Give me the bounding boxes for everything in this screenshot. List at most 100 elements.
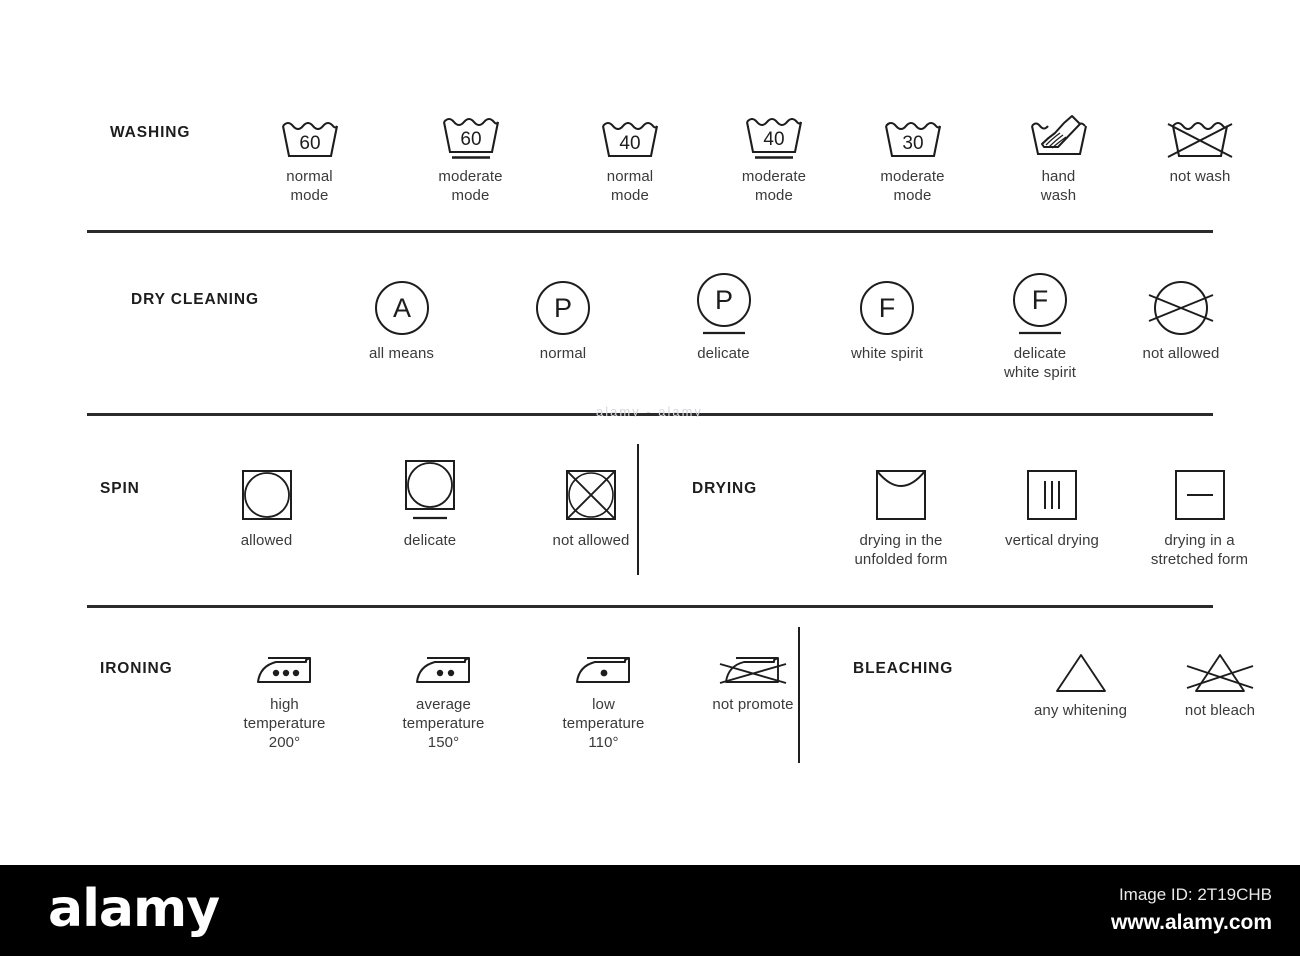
care-item-dryclean-normal: P normal xyxy=(484,275,642,363)
care-item-caption: not wash xyxy=(1169,168,1231,185)
care-item-caption: moderate mode xyxy=(741,168,807,204)
care-item-caption: any whitening xyxy=(1033,702,1128,719)
dryclean-letter: A xyxy=(392,293,410,323)
care-item-spin-not-allowed: not allowed xyxy=(511,462,671,550)
care-item-caption: drying in the unfolded form xyxy=(854,532,948,568)
drying-vertical-icon xyxy=(1023,462,1081,524)
spin-delicate-icon xyxy=(401,460,459,524)
section-dry-cleaning: DRY CLEANING A all means P normal P deli… xyxy=(131,273,1251,382)
iron-one-dot-icon xyxy=(573,648,635,688)
care-item-caption: white spirit xyxy=(850,345,924,362)
care-item-caption: allowed xyxy=(240,532,293,549)
section-label-drying: DRYING xyxy=(692,480,758,497)
alamy-website-label: www.alamy.com xyxy=(1110,911,1272,934)
care-item-caption: normal mode xyxy=(286,168,333,204)
dryclean-circle-a-icon: A xyxy=(373,275,431,337)
wash-tub-60-icon: 60 xyxy=(279,112,341,160)
watermark-smudge: alamy - alamy xyxy=(596,404,703,417)
care-item-drying-vertical: vertical drying xyxy=(977,462,1127,550)
section-label-dry-cleaning: DRY CLEANING xyxy=(131,291,259,308)
section-ironing: IRONING high temperature 200° average te… xyxy=(100,648,823,752)
drying-flat-icon xyxy=(872,462,930,524)
care-item-spin-allowed: allowed xyxy=(184,462,349,550)
section-divider-3 xyxy=(87,605,1213,608)
care-item-dryclean-all-means: A all means xyxy=(319,275,484,363)
wash-tub-40-icon: 40 xyxy=(599,112,661,160)
dryclean-circle-f-icon: F xyxy=(858,275,916,337)
dryclean-letter: F xyxy=(879,293,896,323)
care-item-iron-high: high temperature 200° xyxy=(206,648,363,752)
care-item-caption: all means xyxy=(368,345,435,362)
care-item-spin-delicate: delicate xyxy=(349,460,511,550)
care-item-wash-60-moderate: 60 moderate mode xyxy=(391,112,550,205)
section-label-spin: SPIN xyxy=(100,480,140,497)
wash-temp-value: 60 xyxy=(460,129,481,150)
section-label-washing: WASHING xyxy=(110,124,191,141)
care-item-caption: low temperature 110° xyxy=(562,696,645,751)
iron-two-dots-icon xyxy=(413,648,475,688)
dryclean-letter: F xyxy=(1032,285,1049,315)
wash-temp-value: 30 xyxy=(902,133,923,154)
wash-temp-value: 60 xyxy=(299,133,320,154)
drying-stretch-icon xyxy=(1171,462,1229,524)
bleach-not-allowed-icon xyxy=(1184,648,1256,694)
iron-not-allowed-icon xyxy=(717,648,789,688)
care-item-dryclean-white-spirit: F white spirit xyxy=(805,275,969,363)
care-symbols-sheet: WASHING 60 normal mode 60 moderate mode … xyxy=(0,0,1300,865)
alamy-watermark-bar: alamy Image ID: 2T19CHB www.alamy.com xyxy=(0,865,1300,956)
care-item-wash-40-moderate: 40 moderate mode xyxy=(710,112,838,205)
care-item-caption: moderate mode xyxy=(880,168,945,204)
bleach-triangle-icon xyxy=(1052,648,1110,694)
care-item-caption: delicate xyxy=(403,532,457,549)
vertical-divider-ironing-bleaching xyxy=(798,627,800,763)
iron-three-dots-icon xyxy=(254,648,316,688)
wash-tub-30-bar-icon: 30 xyxy=(882,112,944,160)
care-item-caption: normal xyxy=(539,345,587,362)
care-item-not-wash: not wash xyxy=(1130,112,1270,186)
hand-wash-icon xyxy=(1028,112,1090,160)
care-item-caption: normal mode xyxy=(606,168,654,204)
care-item-caption: high temperature 200° xyxy=(243,696,326,751)
section-spin: SPIN allowed delicate not allowed xyxy=(100,460,671,550)
care-item-caption: not allowed xyxy=(1142,345,1220,362)
dryclean-circle-f-bar-icon: F xyxy=(1011,273,1069,337)
dryclean-circle-p-bar-icon: P xyxy=(695,273,753,337)
care-item-wash-30-moderate: 30 moderate mode xyxy=(838,112,987,205)
care-item-any-whitening: any whitening xyxy=(1011,648,1150,720)
care-item-caption: not bleach xyxy=(1184,702,1256,719)
care-item-caption: not allowed xyxy=(552,532,630,549)
alamy-logo: alamy xyxy=(48,879,220,939)
section-label-ironing: IRONING xyxy=(100,660,173,677)
care-item-wash-40-normal: 40 normal mode xyxy=(550,112,710,205)
care-item-not-bleach: not bleach xyxy=(1150,648,1290,720)
care-item-caption: delicate white spirit xyxy=(1003,345,1077,381)
section-divider-1 xyxy=(87,230,1213,233)
care-item-dryclean-not-allowed: not allowed xyxy=(1111,275,1251,363)
section-bleaching: BLEACHING any whitening not bleach xyxy=(853,648,1290,720)
care-item-iron-low: low temperature 110° xyxy=(524,648,683,752)
wash-tub-60-bar-icon: 60 xyxy=(440,112,502,160)
wash-temp-value: 40 xyxy=(763,129,784,150)
care-item-drying-stretched: drying in a stretched form xyxy=(1127,462,1272,569)
care-item-caption: delicate xyxy=(697,345,750,362)
spin-not-allowed-icon xyxy=(562,462,620,524)
care-item-dryclean-delicate-white-spirit: F delicate white spirit xyxy=(969,273,1111,382)
wash-temp-value: 40 xyxy=(619,133,640,154)
dryclean-circle-p-icon: P xyxy=(534,275,592,337)
care-item-hand-wash: hand wash xyxy=(987,112,1130,205)
care-item-caption: drying in a stretched form xyxy=(1150,532,1249,568)
image-id-label: Image ID: 2T19CHB xyxy=(1118,885,1272,904)
section-label-bleaching: BLEACHING xyxy=(853,660,954,677)
care-item-iron-average: average temperature 150° xyxy=(363,648,524,752)
wash-tub-40-bar-icon: 40 xyxy=(743,112,805,160)
care-item-iron-not-allowed: not promote xyxy=(683,648,823,714)
care-item-caption: not promote xyxy=(712,696,794,713)
dryclean-not-allowed-icon xyxy=(1146,275,1216,337)
care-item-caption: average temperature 150° xyxy=(402,696,485,751)
vertical-divider-spin-drying xyxy=(637,444,639,575)
section-drying: DRYING drying in the unfolded form verti… xyxy=(692,462,1272,569)
care-item-caption: moderate mode xyxy=(438,168,503,204)
dryclean-letter: P xyxy=(714,285,732,315)
section-washing: WASHING 60 normal mode 60 moderate mode … xyxy=(110,112,1270,205)
spin-allowed-icon xyxy=(238,462,296,524)
